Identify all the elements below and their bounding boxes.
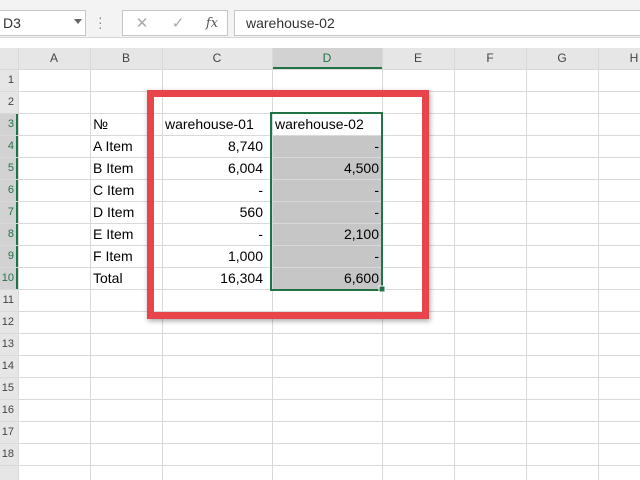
highlight-frame (147, 90, 429, 319)
cell-b6[interactable]: C Item (93, 179, 134, 201)
cell-b5[interactable]: B Item (93, 157, 133, 179)
cell-b4[interactable]: A Item (93, 135, 133, 157)
column-header-h[interactable]: H (598, 48, 640, 69)
row-header-14[interactable]: 14 (0, 355, 16, 377)
row-header-11[interactable]: 11 (0, 289, 16, 311)
row-header-6[interactable]: 6 (0, 179, 16, 201)
row-header-16[interactable]: 16 (0, 399, 16, 421)
column-header-f[interactable]: F (454, 48, 526, 69)
cell-b7[interactable]: D Item (93, 201, 134, 223)
column-header-c[interactable]: C (162, 48, 272, 69)
row-header-2[interactable]: 2 (0, 91, 16, 113)
cell-b8[interactable]: E Item (93, 223, 133, 245)
row-header-12[interactable]: 12 (0, 311, 16, 333)
row-header-18[interactable]: 18 (0, 443, 16, 465)
row-header-3[interactable]: 3 (0, 113, 16, 135)
row-header-13[interactable]: 13 (0, 333, 16, 355)
row-header-7[interactable]: 7 (0, 201, 16, 223)
row-header-1[interactable]: 1 (0, 69, 16, 91)
row-header-15[interactable]: 15 (0, 377, 16, 399)
cell-b3[interactable]: № (93, 113, 108, 135)
cell-b9[interactable]: F Item (93, 245, 133, 267)
cell-b10[interactable]: Total (93, 267, 123, 289)
column-header-e[interactable]: E (382, 48, 454, 69)
row-header-5[interactable]: 5 (0, 157, 16, 179)
row-header-10[interactable]: 10 (0, 267, 16, 289)
row-header-9[interactable]: 9 (0, 245, 16, 267)
column-header-a[interactable]: A (18, 48, 90, 69)
column-header-g[interactable]: G (526, 48, 598, 69)
row-header-17[interactable]: 17 (0, 421, 16, 443)
column-header-d[interactable]: D (272, 48, 382, 69)
row-header-4[interactable]: 4 (0, 135, 16, 157)
row-header-8[interactable]: 8 (0, 223, 16, 245)
column-header-b[interactable]: B (90, 48, 162, 69)
